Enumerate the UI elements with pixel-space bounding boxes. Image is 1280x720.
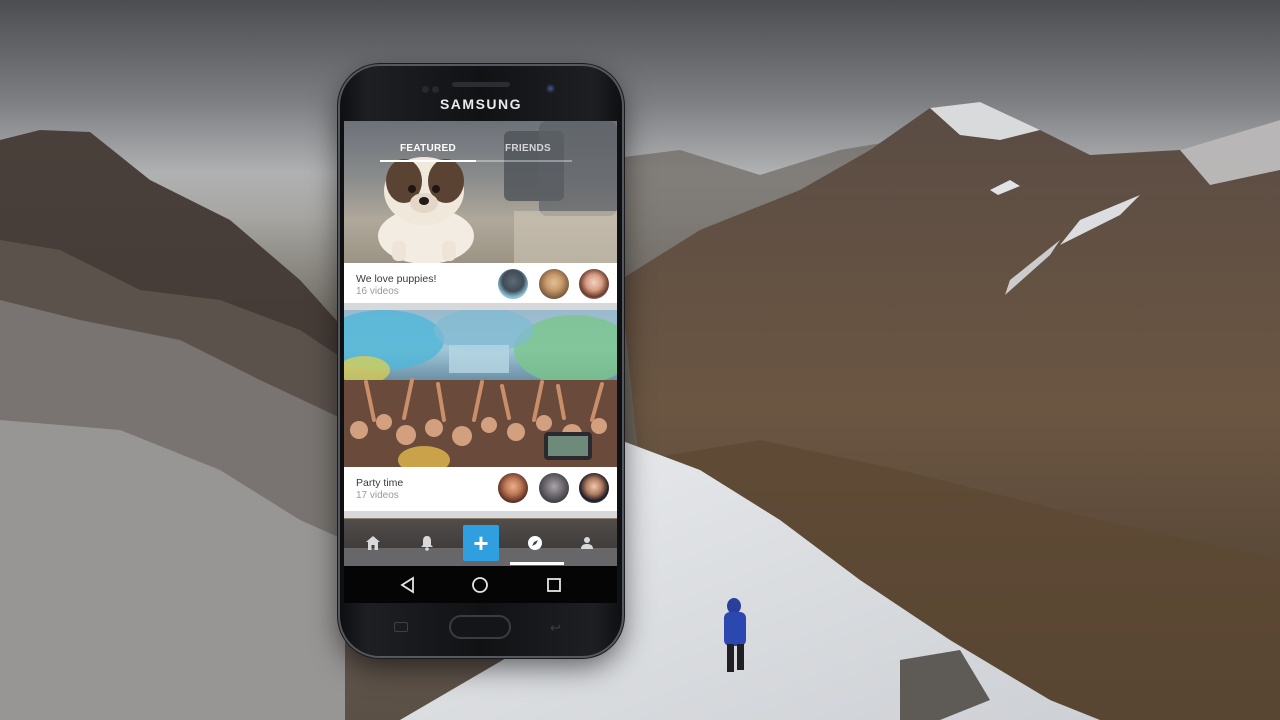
hardware-home-button[interactable]	[449, 615, 511, 639]
bottom-navigation: +	[344, 519, 617, 566]
nav-profile[interactable]	[562, 519, 612, 566]
card-meta: We love puppies! 16 videos	[344, 263, 617, 303]
home-circle-icon	[472, 576, 488, 593]
hardware-back-key: ↩	[550, 620, 561, 635]
android-navigation-bar	[344, 566, 617, 603]
avatar[interactable]	[538, 269, 569, 299]
nav-add[interactable]: +	[456, 519, 506, 566]
android-recents-button[interactable]	[524, 566, 584, 603]
profile-icon	[581, 536, 593, 549]
nav-explore[interactable]	[510, 519, 560, 566]
back-triangle-icon	[400, 575, 414, 594]
avatar[interactable]	[498, 473, 529, 503]
nav-active-indicator	[510, 562, 564, 565]
bell-icon	[421, 535, 433, 551]
samsung-phone: SAMSUNG We love puppies! 16 videos Party…	[340, 66, 622, 656]
avatar[interactable]	[579, 269, 609, 299]
tab-track	[476, 160, 572, 162]
avatar[interactable]	[579, 473, 609, 503]
hardware-recents-key	[394, 622, 408, 632]
android-back-button[interactable]	[378, 566, 438, 603]
card-title: Party time	[356, 477, 404, 489]
nav-notifications[interactable]	[402, 519, 452, 566]
collection-card[interactable]: Party time 17 videos	[344, 310, 617, 511]
recents-square-icon	[547, 577, 561, 592]
phone-sensors	[422, 80, 448, 93]
avatar[interactable]	[538, 473, 569, 503]
card-title: We love puppies!	[356, 273, 437, 285]
compass-icon	[528, 535, 542, 550]
avatar-group	[492, 269, 609, 299]
avatar-group	[492, 473, 609, 503]
card-meta: Party time 17 videos	[344, 467, 617, 511]
background-landscape	[0, 0, 1280, 720]
card-video-count: 17 videos	[356, 490, 399, 501]
mountain-scenery	[0, 102, 1280, 720]
add-icon[interactable]: +	[463, 524, 499, 561]
android-home-button[interactable]	[450, 566, 510, 603]
app-screen: We love puppies! 16 videos Party time 17…	[344, 121, 617, 603]
nav-home[interactable]	[348, 519, 398, 566]
tab-active-indicator	[380, 160, 476, 162]
home-icon	[366, 535, 380, 550]
avatar[interactable]	[498, 269, 529, 299]
card-video-count: 16 videos	[356, 286, 399, 297]
phone-brand-label: SAMSUNG	[439, 96, 523, 112]
front-camera	[545, 83, 556, 94]
top-tabs: FEATURED FRIENDS	[380, 143, 580, 165]
party-image	[344, 310, 617, 467]
phone-speaker	[452, 82, 510, 87]
